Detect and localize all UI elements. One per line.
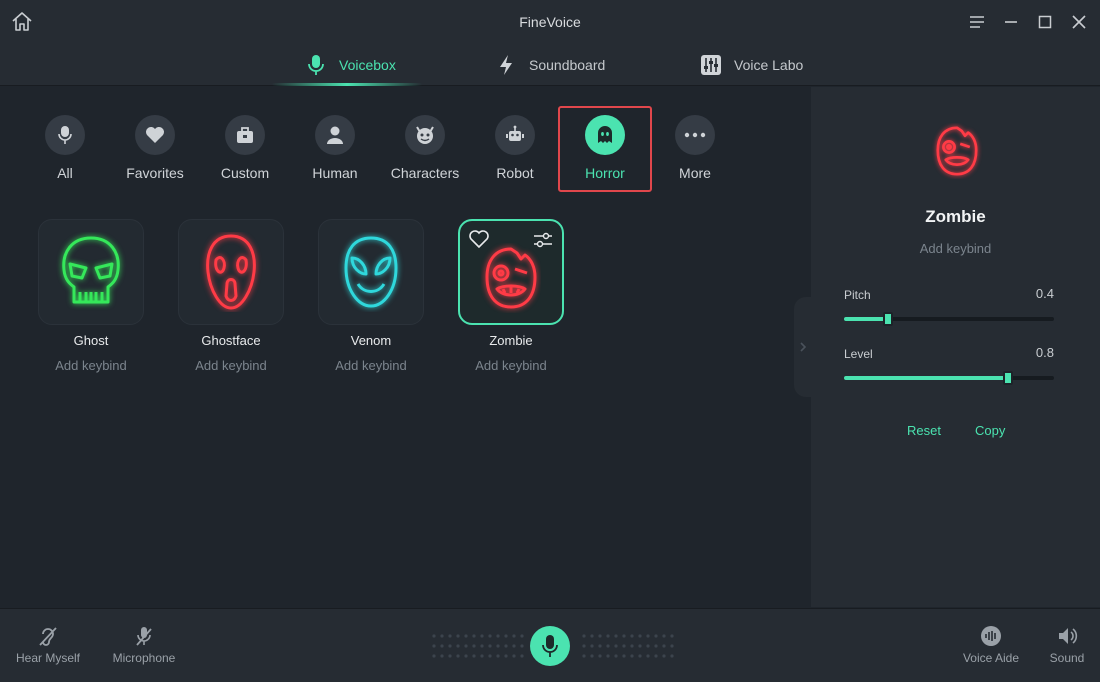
category-label: More [679,165,711,181]
level-slider[interactable] [844,371,1054,385]
equalizer-icon [700,54,722,76]
category-label: Human [312,165,358,181]
voice-item-ghostface: Ghostface Add keybind [176,219,286,373]
nav-bar: Voicebox Soundboard Voice Labo [0,44,1100,86]
close-icon[interactable] [1068,11,1090,33]
ghostface-mask-icon [206,234,256,310]
selected-voice-name: Zombie [925,207,986,226]
category-label: All [57,165,73,181]
person-icon [315,115,355,155]
speaker-icon [1059,628,1078,644]
bottom-bar: Hear Myself Microphone Voice Aide Sound [0,608,1100,682]
briefcase-icon [225,115,265,155]
maximize-icon[interactable] [1034,11,1056,33]
tab-voicebox-label: Voicebox [339,57,396,73]
category-favorites[interactable]: Favorites [115,115,195,181]
add-keybind-link[interactable]: Add keybind [456,358,566,373]
add-keybind-link[interactable]: Add keybind [176,358,286,373]
microphone-toggle-button[interactable]: Microphone [108,625,180,665]
level-slider-thumb[interactable] [1002,371,1013,385]
category-characters[interactable]: Characters [385,115,465,181]
pitch-label: Pitch [844,288,871,302]
tab-soundboard-label: Soundboard [529,57,606,73]
ellipsis-icon [675,115,715,155]
menu-icon[interactable] [966,11,988,33]
voice-item-ghost: Ghost Add keybind [36,219,146,373]
category-label: Custom [220,165,270,181]
tab-voice-labo[interactable]: Voice Labo [700,44,803,86]
add-keybind-link[interactable]: Add keybind [316,358,426,373]
venom-face-icon [344,236,398,308]
category-all[interactable]: All [25,115,105,181]
voice-detail-panel: Zombie Add keybind Pitch 0.4 Level 0.8 R… [811,87,1100,607]
voice-name: Ghost [73,333,109,348]
tab-voicebox[interactable]: Voicebox [305,44,396,86]
tab-soundboard[interactable]: Soundboard [495,44,605,86]
voicebox-panel: All Favorites Custom Human Characters Ro… [0,87,810,607]
category-label: Robot [496,165,534,181]
hear-myself-button[interactable]: Hear Myself [14,625,82,665]
microphone-label: Microphone [112,651,176,665]
category-label: Favorites [126,165,184,181]
tab-voice-labo-label: Voice Labo [734,57,804,73]
voice-card[interactable] [318,219,424,325]
voice-name: Zombie [489,333,533,348]
pitch-slider-fill [844,317,889,321]
hear-myself-label: Hear Myself [15,651,80,665]
copy-button[interactable]: Copy [975,423,1005,438]
zombie-face-icon [929,123,985,179]
add-keybind-link[interactable]: Add keybind [811,241,1100,256]
audio-level-meter-right [582,634,674,658]
voice-name: Ghostface [201,333,261,348]
voice-card[interactable] [458,219,564,325]
robot-icon [495,115,535,155]
category-more[interactable]: More [655,115,735,181]
devil-icon [405,115,445,155]
voice-card[interactable] [38,219,144,325]
microphone-icon [45,115,85,155]
audio-level-meter-left [432,634,524,658]
level-label: Level [844,347,873,361]
title-bar: FineVoice [0,0,1100,44]
voice-name: Venom [350,333,392,348]
favorite-heart-icon[interactable] [468,229,490,249]
voice-item-zombie: Zombie Add keybind [456,219,566,373]
microphone-muted-icon [136,627,152,646]
minimize-icon[interactable] [1000,11,1022,33]
horror-highlight-box [558,106,652,192]
chevron-right-icon [800,342,807,352]
add-keybind-link[interactable]: Add keybind [36,358,146,373]
sound-button[interactable]: Sound [1044,625,1090,665]
active-tab-indicator [272,83,422,86]
voice-aide-button[interactable]: Voice Aide [958,625,1024,665]
app-title: FineVoice [519,14,581,30]
ghost-skull-icon [62,236,120,304]
category-custom[interactable]: Custom [205,115,285,181]
reset-button[interactable]: Reset [907,423,941,438]
voice-wave-icon [981,626,1001,646]
voice-card[interactable] [178,219,284,325]
collapse-panel-button[interactable] [794,297,812,397]
voice-aide-label: Voice Aide [962,651,1020,665]
sound-label: Sound [1049,651,1085,665]
pitch-slider[interactable] [844,312,1054,326]
ear-muted-icon [39,627,57,646]
level-slider-fill [844,376,1008,380]
heart-icon [135,115,175,155]
level-value: 0.8 [1035,345,1054,360]
category-robot[interactable]: Robot [475,115,555,181]
adjust-settings-icon[interactable] [532,229,554,251]
microphone-icon [305,54,327,76]
category-human[interactable]: Human [295,115,375,181]
pitch-slider-thumb[interactable] [883,312,894,326]
microphone-icon [542,635,558,657]
category-label: Characters [390,165,460,181]
pitch-value: 0.4 [1035,286,1054,301]
voice-item-venom: Venom Add keybind [316,219,426,373]
lightning-icon [495,54,517,76]
voice-changer-mic-button[interactable] [530,626,570,666]
zombie-face-icon [485,247,537,309]
